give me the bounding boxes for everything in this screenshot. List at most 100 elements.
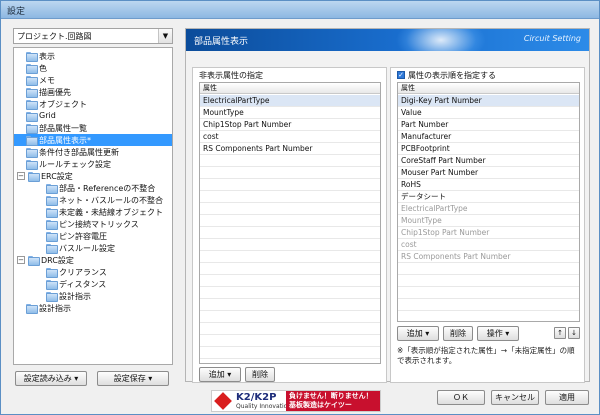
empty-row (200, 203, 380, 215)
move-up-icon[interactable]: ↑ (554, 327, 566, 339)
empty-row (200, 347, 380, 359)
empty-row (398, 311, 579, 321)
hidden-attributes-list[interactable]: 属性 ElectricalPartType MountType Chip1Stop … (199, 82, 381, 364)
ordered-attribute-row[interactable]: CoreStaff Part Number (398, 155, 579, 167)
folder-icon (46, 244, 58, 254)
order-note: ※「表示順が指定された属性」→「未指定属性」の順で表示されます。 (397, 346, 575, 365)
project-select[interactable]: プロジェクト.回路図 ▼ (13, 28, 173, 44)
order-attributes-column-header: 属性 (398, 83, 579, 94)
tree-item[interactable]: 条件付き部品属性更新 (14, 146, 172, 158)
ordered-attribute-row[interactable]: Mouser Part Number (398, 167, 579, 179)
folder-icon (26, 88, 38, 98)
empty-row (200, 299, 380, 311)
tree-item[interactable]: ピン接続マトリックス (14, 218, 172, 230)
folder-icon (26, 148, 38, 158)
tree-item[interactable]: 表示 (14, 50, 172, 62)
unordered-attribute-row[interactable]: Chip1Stop Part Number (398, 227, 579, 239)
hidden-delete-button[interactable]: 削除 (245, 367, 275, 382)
empty-row (200, 239, 380, 251)
folder-icon (28, 256, 40, 266)
tree-item[interactable]: 部品属性表示* (14, 134, 172, 146)
save-settings-button[interactable]: 設定保存 ▾ (97, 371, 169, 386)
tree-item[interactable]: 部品属性一覧 (14, 122, 172, 134)
tree-item[interactable]: ピン許容電圧 (14, 230, 172, 242)
tree-item-label: オブジェクト (39, 100, 87, 109)
apply-button[interactable]: 適用 (545, 390, 589, 405)
tree-item-label: ネット・バスルールの不整合 (59, 196, 163, 205)
hidden-attribute-row[interactable]: cost (200, 131, 380, 143)
apply-label: 適用 (559, 393, 575, 402)
folder-icon (26, 112, 38, 122)
tree-item[interactable]: − ERC設定 (14, 170, 172, 182)
unordered-attribute-row[interactable]: cost (398, 239, 579, 251)
hidden-attribute-row[interactable]: Chip1Stop Part Number (200, 119, 380, 131)
tree-item-label: 条件付き部品属性更新 (39, 148, 119, 157)
ok-label: ＯＫ (453, 393, 469, 402)
tree-item[interactable]: − DRC設定 (14, 254, 172, 266)
unordered-attribute-row[interactable]: ElectricalPartType (398, 203, 579, 215)
folder-icon (26, 124, 38, 134)
tree-item[interactable]: オブジェクト (14, 98, 172, 110)
order-checkbox[interactable]: ✓ (397, 71, 405, 79)
move-down-icon[interactable]: ↓ (568, 327, 580, 339)
panel-title: 部品属性表示 (194, 37, 249, 47)
hidden-attribute-row[interactable]: RS Components Part Number (200, 143, 380, 155)
hidden-attribute-row[interactable]: ElectricalPartType (200, 95, 380, 107)
hidden-attributes-column-header: 属性 (200, 83, 380, 94)
load-settings-button[interactable]: 設定読み込み ▾ (15, 371, 87, 386)
chevron-down-icon[interactable]: ▼ (158, 29, 172, 43)
ordered-attribute-row[interactable]: PCBFootprint (398, 143, 579, 155)
cancel-button[interactable]: キャンセル (491, 390, 539, 405)
collapse-icon[interactable]: − (17, 256, 25, 264)
tree-item[interactable]: ディスタンス (14, 278, 172, 290)
unordered-attribute-row[interactable]: MountType (398, 215, 579, 227)
tree-item-label: 設計指示 (39, 304, 71, 313)
ordered-attribute-row[interactable]: RoHS (398, 179, 579, 191)
collapse-icon[interactable]: − (17, 172, 25, 180)
ordered-attribute-row[interactable]: Digi-Key Part Number (398, 95, 579, 107)
empty-row (200, 227, 380, 239)
operation-label: 操作 (486, 329, 503, 338)
k2-logo: K2/K2P Quality Innovation 負けません！断りません！基板… (211, 390, 381, 412)
tree-item[interactable]: Grid (14, 110, 172, 122)
tree-item[interactable]: 未定義・未結線オブジェクト (14, 206, 172, 218)
tree-item[interactable]: クリアランス (14, 266, 172, 278)
tree-item[interactable]: 描画優先 (14, 86, 172, 98)
tree-item-label: ピン接続マトリックス (59, 220, 139, 229)
order-delete-button[interactable]: 削除 (443, 326, 473, 341)
order-checkbox-label: 属性の表示順を指定する (408, 71, 496, 80)
order-attributes-list[interactable]: 属性 Digi-Key Part Number Value Part Number M… (397, 82, 580, 322)
tree-item[interactable]: 部品・Referenceの不整合 (14, 182, 172, 194)
folder-icon (46, 268, 58, 278)
hidden-delete-label: 削除 (252, 370, 268, 379)
tree-item[interactable]: 設計指示 (14, 302, 172, 314)
settings-tree[interactable]: 表示色メモ 描画優先オブジェクト Grid 部品属性一覧 部品属性表示* 条件付き部品属性… (13, 47, 173, 365)
ok-button[interactable]: ＯＫ (437, 390, 485, 405)
ordered-attribute-row[interactable]: Manufacturer (398, 131, 579, 143)
ordered-attribute-row[interactable]: データシート (398, 191, 579, 203)
folder-icon (26, 100, 38, 110)
empty-row (200, 251, 380, 263)
folder-icon (26, 136, 38, 146)
tree-item-label: ディスタンス (59, 280, 107, 289)
tree-item[interactable]: 色 (14, 62, 172, 74)
folder-icon (46, 184, 58, 194)
empty-row (200, 275, 380, 287)
order-add-button[interactable]: 追加 ▾ (397, 326, 439, 341)
hidden-attribute-row[interactable]: MountType (200, 107, 380, 119)
ordered-attribute-row[interactable]: Value (398, 107, 579, 119)
tree-item[interactable]: メモ (14, 74, 172, 86)
empty-row (200, 191, 380, 203)
folder-icon (46, 232, 58, 242)
operation-button[interactable]: 操作 ▾ (477, 326, 519, 341)
tree-item[interactable]: ルールチェック設定 (14, 158, 172, 170)
hidden-add-button[interactable]: 追加 ▾ (199, 367, 241, 382)
tree-item[interactable]: ネット・バスルールの不整合 (14, 194, 172, 206)
folder-icon (46, 292, 58, 302)
unordered-attribute-row[interactable]: RS Components Part Number (398, 251, 579, 263)
folder-icon (26, 160, 38, 170)
tree-item[interactable]: 設計指示 (14, 290, 172, 302)
tree-item[interactable]: バスルール設定 (14, 242, 172, 254)
ordered-attribute-row[interactable]: Part Number (398, 119, 579, 131)
title-bar: 設定 (1, 1, 599, 19)
